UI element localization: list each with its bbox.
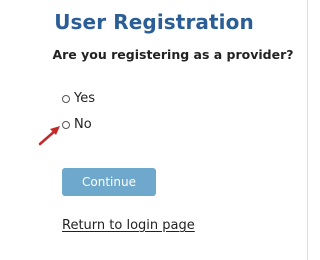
radio-option-no[interactable]: No [62, 117, 92, 133]
right-border-divider [307, 0, 308, 260]
provider-question: Are you registering as a provider? [52, 47, 294, 62]
radio-option-yes[interactable]: Yes [62, 91, 95, 107]
red-pointer-arrow-icon [38, 126, 60, 146]
yes-label: Yes [74, 91, 95, 106]
page-title: User Registration [54, 10, 254, 34]
return-to-login-link[interactable]: Return to login page [62, 218, 195, 234]
yes-radio-button[interactable] [62, 95, 70, 103]
no-label: No [74, 117, 92, 132]
registration-page: User Registration Are you registering as… [0, 0, 308, 260]
continue-button[interactable]: Continue [62, 168, 156, 196]
